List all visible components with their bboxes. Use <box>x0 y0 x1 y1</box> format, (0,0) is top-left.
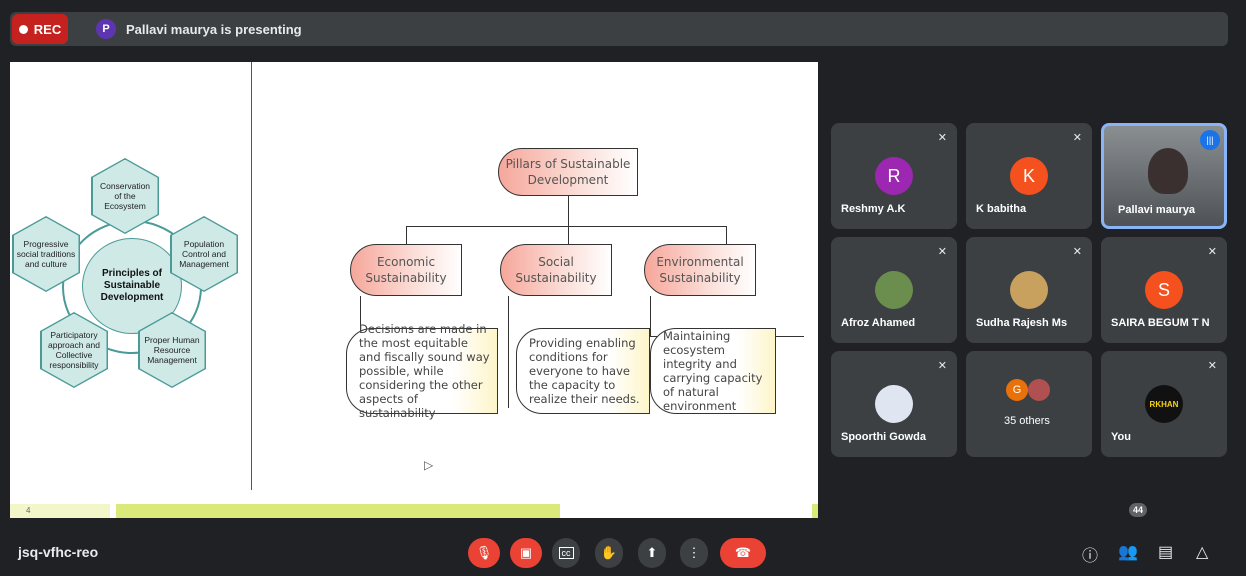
mic-off-icon: 🎙 <box>475 545 493 560</box>
raise-hand-icon: ✋ <box>600 545 618 560</box>
connector-line <box>406 226 407 244</box>
participant-tile[interactable]: ✕ Afroz Ahamed <box>831 237 957 343</box>
rec-label: REC <box>33 21 62 37</box>
others-tile[interactable]: G 35 others <box>966 351 1092 457</box>
bottom-bar: jsq-vfhc-reo 🎙 ▣ cc ✋ ⬆ ⋮ ☎ ⓘ 👥 ▤ △ <box>0 526 1246 576</box>
captions-button[interactable]: cc <box>552 538 580 568</box>
speaking-indicator-icon: ||| <box>1200 130 1220 150</box>
participant-tile[interactable]: ✕ Spoorthi Gowda <box>831 351 957 457</box>
social-box: Social Sustainability <box>500 244 612 296</box>
participant-name: Afroz Ahamed <box>841 317 916 329</box>
connector-line <box>508 296 509 408</box>
mic-off-icon: ✕ <box>1072 246 1082 258</box>
participant-name: You <box>1111 431 1131 443</box>
participant-tile[interactable]: ✕ R Reshmy A.K <box>831 123 957 229</box>
presentation-slide: Principles of Sustainable Development Co… <box>10 62 818 518</box>
participant-name: Sudha Rajesh Ms <box>976 317 1068 329</box>
video-person-icon <box>1148 148 1188 194</box>
mic-off-icon: ✕ <box>937 360 947 372</box>
others-count: 35 others <box>1004 415 1050 427</box>
participant-tile[interactable]: ✕ K K babitha <box>966 123 1092 229</box>
participant-name: SAIRA BEGUM T N <box>1111 317 1210 329</box>
camera-off-icon: ▣ <box>519 545 533 560</box>
avatar: RKHAN <box>1145 385 1183 423</box>
presenter-banner: P Pallavi maurya is presenting <box>96 19 302 39</box>
captions-icon: cc <box>558 547 574 559</box>
avatar <box>1010 271 1048 309</box>
meeting-id: jsq-vfhc-reo <box>18 544 99 560</box>
camera-toggle-button[interactable]: ▣ <box>510 538 542 568</box>
chat-icon[interactable]: ▤ <box>1158 542 1173 562</box>
avatar: K <box>1010 157 1048 195</box>
environmental-box: Environmental Sustainability <box>644 244 756 296</box>
economic-box: Economic Sustainability <box>350 244 462 296</box>
avatar <box>875 385 913 423</box>
present-button[interactable]: ⬆ <box>638 538 666 568</box>
participant-tile[interactable]: ✕ RKHAN You <box>1101 351 1227 457</box>
slide-footer-bar <box>10 504 818 518</box>
connector-line <box>568 226 569 244</box>
participant-tile[interactable]: ✕ Sudha Rajesh Ms <box>966 237 1092 343</box>
mic-off-icon: ✕ <box>1072 132 1082 144</box>
info-icon[interactable]: ⓘ <box>1082 542 1098 566</box>
participant-name: Reshmy A.K <box>841 203 906 215</box>
connector-line <box>650 296 651 336</box>
more-icon: ⋮ <box>687 545 701 560</box>
participant-tile-video[interactable]: ||| Pallavi maurya <box>1101 123 1227 229</box>
participant-name: Pallavi maurya <box>1118 204 1196 216</box>
mic-off-icon: ✕ <box>1207 246 1217 258</box>
presenter-text: Pallavi maurya is presenting <box>126 21 302 37</box>
mouse-cursor-icon: ▷ <box>424 458 434 472</box>
mic-off-icon: ✕ <box>937 246 947 258</box>
avatar <box>875 271 913 309</box>
raise-hand-button[interactable]: ✋ <box>595 538 623 568</box>
social-desc: Providing enabling conditions for everyo… <box>516 328 650 414</box>
avatar: G <box>1006 379 1028 401</box>
avatar: S <box>1145 271 1183 309</box>
present-icon: ⬆ <box>646 545 658 560</box>
connector-line <box>726 226 727 244</box>
mic-toggle-button[interactable]: 🎙 <box>468 538 500 568</box>
connector-line <box>406 226 726 227</box>
pillars-title-box: Pillars of Sustainable Development <box>498 148 638 196</box>
participant-tile[interactable]: ✕ S SAIRA BEGUM T N <box>1101 237 1227 343</box>
avatar: R <box>875 157 913 195</box>
page-number: 4 <box>26 506 31 515</box>
activities-icon[interactable]: △ <box>1196 542 1208 562</box>
avatar <box>1028 379 1050 401</box>
mic-off-icon: ✕ <box>1207 360 1217 372</box>
record-dot-icon <box>18 24 28 34</box>
slide-divider <box>251 62 252 490</box>
people-icon[interactable]: 👥 <box>1118 542 1138 562</box>
environmental-desc: Maintaining ecosystem integrity and carr… <box>650 328 776 414</box>
end-call-button[interactable]: ☎ <box>720 538 766 568</box>
presenter-avatar: P <box>96 19 116 39</box>
participant-name: Spoorthi Gowda <box>841 431 926 443</box>
connector-line <box>568 196 569 226</box>
recording-badge: REC <box>12 14 68 44</box>
participant-name: K babitha <box>976 203 1027 215</box>
mic-off-icon: ✕ <box>937 132 947 144</box>
end-call-icon: ☎ <box>734 545 752 560</box>
economic-desc: Decisions are made in the most equitable… <box>346 322 498 420</box>
people-count-badge: 44 <box>1129 503 1147 517</box>
more-options-button[interactable]: ⋮ <box>680 538 708 568</box>
